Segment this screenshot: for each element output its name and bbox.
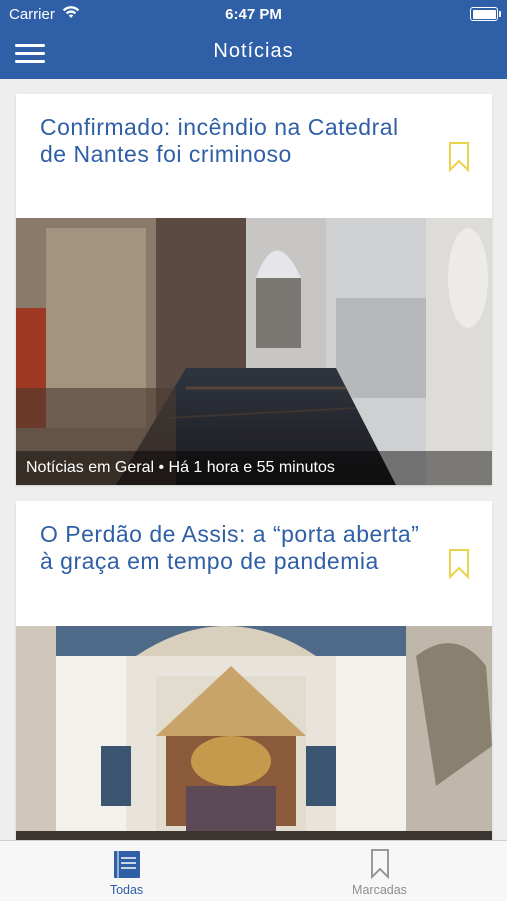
nav-bar: Notícias (0, 28, 507, 79)
article-card[interactable]: O Perdão de Assis: a “porta aberta” à gr… (16, 501, 492, 861)
app-header: Carrier 6:47 PM Notícias (0, 0, 507, 79)
bookmark-outline-icon (371, 849, 389, 880)
basilica-interior-image (16, 626, 492, 861)
status-bar: Carrier 6:47 PM (0, 0, 507, 28)
article-image[interactable] (16, 626, 492, 861)
tab-todas[interactable]: Todas (0, 841, 253, 901)
article-meta: Notícias em Geral • Há 1 hora e 55 minut… (16, 451, 492, 485)
bookmark-outline-icon[interactable] (448, 141, 470, 173)
tab-marcadas[interactable]: Marcadas (253, 841, 506, 901)
article-title[interactable]: Confirmado: incêndio na Catedral de Nant… (40, 114, 420, 168)
article-image[interactable]: Notícias em Geral • Há 1 hora e 55 minut… (16, 218, 492, 485)
cathedral-interior-image (16, 218, 492, 485)
page-title: Notícias (213, 40, 294, 62)
bookmark-outline-icon[interactable] (448, 548, 470, 580)
tab-label: Marcadas (352, 883, 407, 897)
status-time: 6:47 PM (225, 6, 282, 23)
book-icon (114, 851, 140, 878)
tab-label: Todas (109, 883, 144, 897)
article-card[interactable]: Confirmado: incêndio na Catedral de Nant… (16, 94, 492, 485)
article-title[interactable]: O Perdão de Assis: a “porta aberta” à gr… (40, 521, 420, 575)
tab-bar: Todas Marcadas (0, 840, 507, 901)
battery-icon (470, 7, 501, 21)
